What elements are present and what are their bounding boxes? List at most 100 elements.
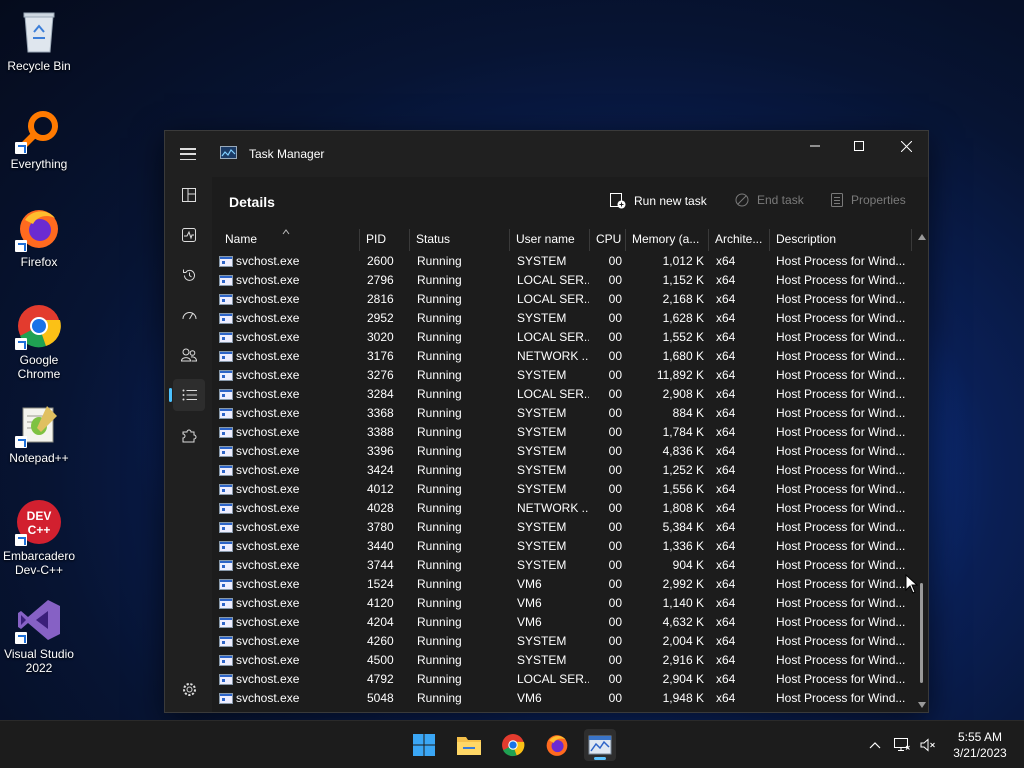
- column-header-architecture[interactable]: Archite...: [709, 227, 769, 251]
- table-row[interactable]: svchost.exe 1524 Running VM6 00 2,992 K x64 Hos…: [212, 575, 912, 594]
- cell-mem: 1,336 K: [662, 539, 704, 553]
- cell-desc: Host Process for Wind...: [776, 292, 906, 306]
- table-row[interactable]: svchost.exe 2952 Running SYSTEM 00 1,628 K x64…: [212, 309, 912, 328]
- table-row[interactable]: svchost.exe 3176 Running NETWORK ... 00 1,680…: [212, 347, 912, 366]
- minimize-icon: [810, 145, 820, 147]
- table-row[interactable]: svchost.exe 3440 Running SYSTEM 00 1,336 K x64…: [212, 537, 912, 556]
- column-divider[interactable]: [911, 229, 912, 251]
- cell-arch: x64: [716, 406, 736, 420]
- cell-name: svchost.exe: [236, 387, 300, 401]
- table-row[interactable]: svchost.exe 3388 Running SYSTEM 00 1,784 K x64…: [212, 423, 912, 442]
- column-header-pid[interactable]: PID: [360, 227, 408, 251]
- show-hidden-icons-button[interactable]: [865, 735, 885, 755]
- table-row[interactable]: svchost.exe 4204 Running VM6 00 4,632 K x64 Hos…: [212, 613, 912, 632]
- nav-processes[interactable]: [173, 179, 205, 211]
- column-header-description[interactable]: Description: [770, 227, 910, 251]
- column-header-cpu[interactable]: CPU: [590, 227, 630, 251]
- puzzle-icon: [182, 429, 196, 442]
- nav-performance[interactable]: [173, 219, 205, 251]
- cell-mem: 5,384 K: [662, 520, 704, 534]
- taskbar-task-manager[interactable]: [584, 729, 616, 761]
- cell-desc: Host Process for Wind...: [776, 406, 906, 420]
- process-icon: [219, 560, 233, 571]
- nav-details[interactable]: [169, 379, 205, 411]
- end-task-button[interactable]: End task: [735, 193, 804, 207]
- desktop-icon-dev-cpp[interactable]: DEV C++ Embarcadero Dev-C++: [0, 498, 78, 577]
- cell-desc: Host Process for Wind...: [776, 577, 906, 591]
- cell-user: SYSTEM: [517, 311, 567, 325]
- taskbar-firefox[interactable]: [541, 729, 573, 761]
- table-row[interactable]: svchost.exe 2796 Running LOCAL SER... 00 1,15…: [212, 271, 912, 290]
- table-row[interactable]: svchost.exe 4028 Running NETWORK ... 00 1,808…: [212, 499, 912, 518]
- maximize-button[interactable]: [836, 131, 882, 161]
- scrollbar-thumb[interactable]: [920, 583, 923, 683]
- shortcut-arrow-icon: [15, 436, 27, 448]
- desktop-icon-firefox[interactable]: Firefox: [0, 204, 78, 269]
- table-row[interactable]: svchost.exe 4792 Running LOCAL SER... 00 2,90…: [212, 670, 912, 689]
- speedometer-icon: [182, 312, 196, 320]
- column-header-name[interactable]: Name: [219, 227, 359, 251]
- scroll-up-arrow-icon[interactable]: [917, 233, 927, 241]
- clock-time: 5:55 AM: [957, 730, 1003, 744]
- table-row[interactable]: svchost.exe 3424 Running SYSTEM 00 1,252 K x64…: [212, 461, 912, 480]
- table-row[interactable]: svchost.exe 2816 Running LOCAL SER... 00 2,16…: [212, 290, 912, 309]
- nav-settings[interactable]: [173, 673, 205, 705]
- close-button[interactable]: [883, 131, 929, 161]
- cell-mem: 1,808 K: [662, 501, 704, 515]
- process-icon: [219, 617, 233, 628]
- cell-cpu: 00: [608, 387, 622, 401]
- cell-user: SYSTEM: [517, 634, 567, 648]
- cell-desc: Host Process for Wind...: [776, 387, 906, 401]
- table-row[interactable]: svchost.exe 3396 Running SYSTEM 00 4,836 K x64…: [212, 442, 912, 461]
- details-page: Details Run new task End task Properties…: [212, 177, 928, 712]
- taskbar-clock[interactable]: 5:55 AM 3/21/2023: [940, 729, 1020, 761]
- run-new-task-button[interactable]: Run new task: [610, 193, 707, 209]
- nav-services[interactable]: [173, 419, 205, 451]
- taskbar-chrome[interactable]: [497, 729, 529, 761]
- table-row[interactable]: svchost.exe 3276 Running SYSTEM 00 11,892 K x6…: [212, 366, 912, 385]
- table-row[interactable]: svchost.exe 4120 Running VM6 00 1,140 K x64 Hos…: [212, 594, 912, 613]
- desktop-icon-notepad-plus-plus[interactable]: Notepad++: [0, 400, 78, 465]
- table-row[interactable]: svchost.exe 4012 Running SYSTEM 00 1,556 K x64…: [212, 480, 912, 499]
- cell-arch: x64: [716, 691, 736, 705]
- process-icon: [219, 408, 233, 419]
- minimize-button[interactable]: [792, 131, 838, 161]
- title-bar[interactable]: Task Manager: [165, 131, 928, 177]
- volume-button[interactable]: [918, 735, 938, 755]
- nav-app-history[interactable]: [173, 259, 205, 291]
- properties-button[interactable]: Properties: [831, 193, 906, 207]
- column-header-user-name[interactable]: User name: [510, 227, 590, 251]
- end-task-label: End task: [757, 193, 804, 207]
- start-button[interactable]: [408, 729, 440, 761]
- desktop-icon-visual-studio[interactable]: Visual Studio 2022: [0, 596, 78, 675]
- cell-mem: 4,836 K: [662, 444, 704, 458]
- table-row[interactable]: svchost.exe 3284 Running LOCAL SER... 00 2,90…: [212, 385, 912, 404]
- cell-status: Running: [417, 387, 462, 401]
- table-row[interactable]: svchost.exe 4260 Running SYSTEM 00 2,004 K x64…: [212, 632, 912, 651]
- table-row[interactable]: svchost.exe 4500 Running SYSTEM 00 2,916 K x64…: [212, 651, 912, 670]
- column-header-status[interactable]: Status: [410, 227, 506, 251]
- desktop-icon-everything[interactable]: Everything: [0, 106, 78, 171]
- cell-cpu: 00: [608, 406, 622, 420]
- scroll-down-arrow-icon[interactable]: [917, 701, 927, 709]
- table-row[interactable]: svchost.exe 3744 Running SYSTEM 00 904 K x64 Ho…: [212, 556, 912, 575]
- table-row[interactable]: svchost.exe 2600 Running SYSTEM 00 1,012 K x64…: [212, 252, 912, 271]
- column-header-memory[interactable]: Memory (a...: [626, 227, 710, 251]
- vertical-scrollbar[interactable]: [916, 227, 928, 712]
- sidebar-nav: [165, 177, 212, 712]
- desktop-icon-recycle-bin[interactable]: Recycle Bin: [0, 8, 78, 73]
- table-row[interactable]: svchost.exe 5048 Running VM6 00 1,948 K x64 Hos…: [212, 689, 912, 708]
- table-row[interactable]: svchost.exe 3368 Running SYSTEM 00 884 K x64 Ho…: [212, 404, 912, 423]
- table-row[interactable]: svchost.exe 3020 Running LOCAL SER... 00 1,55…: [212, 328, 912, 347]
- cell-name: svchost.exe: [236, 311, 300, 325]
- desktop-icon-google-chrome[interactable]: Google Chrome: [0, 302, 78, 381]
- network-status-button[interactable]: [892, 735, 912, 755]
- table-row[interactable]: svchost.exe 3780 Running SYSTEM 00 5,384 K x64…: [212, 518, 912, 537]
- cell-status: Running: [417, 539, 462, 553]
- hamburger-menu-icon[interactable]: [177, 145, 199, 163]
- taskbar-file-explorer[interactable]: [453, 729, 485, 761]
- shortcut-arrow-icon: [15, 142, 27, 154]
- nav-startup-apps[interactable]: [173, 299, 205, 331]
- nav-users[interactable]: [173, 339, 205, 371]
- chrome-icon: [502, 734, 525, 757]
